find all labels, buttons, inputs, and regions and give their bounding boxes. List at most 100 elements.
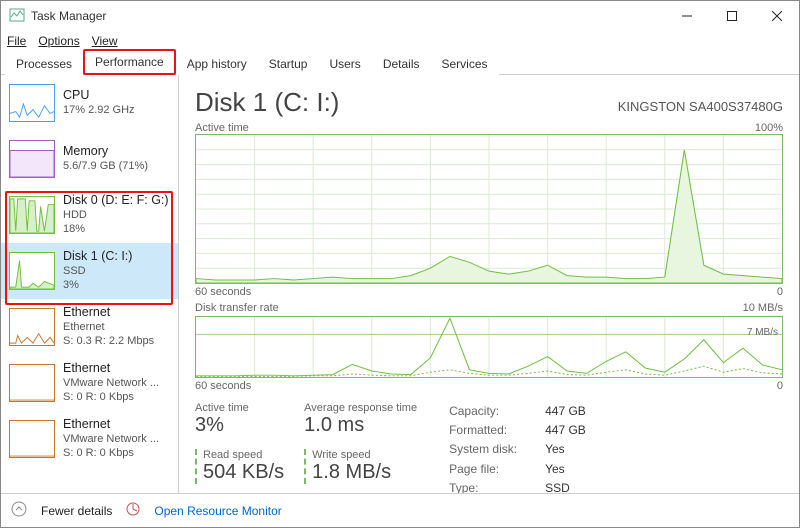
sidebar-text: Ethernet VMware Network ... S: 0 R: 0 Kb… [63, 417, 159, 460]
sidebar-item-label: Disk 1 (C: I:) [63, 249, 132, 265]
close-button[interactable] [754, 1, 799, 31]
window-controls [664, 1, 799, 31]
sidebar-item-ethernet1[interactable]: Ethernet VMware Network ... S: 0 R: 0 Kb… [1, 355, 178, 411]
stat-label: Average response time [304, 402, 417, 414]
sidebar-item-label: Ethernet [63, 305, 154, 321]
sidebar-item-label: Memory [63, 144, 148, 160]
thumbnail-chart-icon [9, 252, 55, 290]
sidebar-item-disk0[interactable]: Disk 0 (D: E: F: G:) HDD 18% [1, 187, 178, 243]
tab-startup[interactable]: Startup [258, 52, 319, 75]
sidebar-item-subtext: VMware Network ... [63, 433, 159, 447]
info-key: Capacity: [449, 402, 531, 421]
chart2-xmax: 0 [777, 380, 783, 392]
fewer-details-link[interactable]: Fewer details [41, 504, 112, 518]
sidebar-text: CPU 17% 2.92 GHz [63, 88, 135, 117]
tab-app-history[interactable]: App history [176, 52, 258, 75]
sidebar-item-ethernet0[interactable]: Ethernet Ethernet S: 0.3 R: 2.2 Mbps [1, 299, 178, 355]
sidebar-item-label: Disk 0 (D: E: F: G:) [63, 193, 169, 209]
stat-value: 504 KB/s [203, 461, 284, 484]
chart2-title: Disk transfer rate [195, 302, 279, 314]
thumbnail-chart-icon [9, 84, 55, 122]
chart1-title: Active time [195, 122, 249, 134]
sidebar-item-disk1[interactable]: Disk 1 (C: I:) SSD 3% [1, 243, 178, 299]
footer-bar: Fewer details Open Resource Monitor [1, 493, 799, 527]
stat-write-speed: Write speed 1.8 MB/s [304, 449, 417, 484]
sidebar-item-subtext: Ethernet [63, 321, 154, 335]
chart1-labels: Active time 100% [195, 122, 783, 134]
sidebar-item-subtext: VMware Network ... [63, 377, 159, 391]
task-manager-window: Task Manager File Options View Processes… [0, 0, 800, 528]
thumbnail-chart-icon [9, 196, 55, 234]
tab-bar: Processes Performance App history Startu… [1, 51, 799, 75]
sidebar-item-ethernet2[interactable]: Ethernet VMware Network ... S: 0 R: 0 Kb… [1, 411, 178, 467]
sidebar-item-subtext: SSD [63, 265, 132, 279]
tab-services[interactable]: Services [431, 52, 499, 75]
sidebar-item-label: CPU [63, 88, 135, 104]
stat-label: Active time [195, 402, 284, 414]
sidebar-item-subtext: 17% 2.92 GHz [63, 104, 135, 118]
sidebar-item-subtext2: 3% [63, 279, 132, 293]
sidebar-item-cpu[interactable]: CPU 17% 2.92 GHz [1, 75, 178, 131]
sidebar-item-subtext2: S: 0 R: 0 Kbps [63, 391, 159, 405]
info-key: Formatted: [449, 421, 531, 440]
sidebar-item-subtext2: 18% [63, 223, 169, 237]
sidebar-item-label: Ethernet [63, 361, 159, 377]
chevron-up-icon[interactable] [11, 501, 27, 520]
chart2-guide-label: 7 MB/s [747, 327, 778, 338]
tab-performance[interactable]: Performance [83, 49, 176, 75]
open-resource-monitor-link[interactable]: Open Resource Monitor [154, 504, 281, 518]
thumbnail-chart-icon [9, 140, 55, 178]
tab-users[interactable]: Users [318, 52, 371, 75]
thumbnail-chart-icon [9, 420, 55, 458]
menu-file[interactable]: File [7, 34, 26, 48]
sidebar-item-memory[interactable]: Memory 5.6/7.9 GB (71%) [1, 131, 178, 187]
disk-info: Capacity:447 GB Formatted:447 GB System … [449, 402, 586, 493]
sidebar-item-subtext: 5.6/7.9 GB (71%) [63, 160, 148, 174]
chart2-labels: Disk transfer rate 10 MB/s [195, 302, 783, 314]
chart1-xmin: 60 seconds [195, 286, 251, 298]
menu-options[interactable]: Options [38, 34, 79, 48]
stat-value: 3% [195, 414, 284, 437]
stat-active-time: Active time 3% [195, 402, 284, 437]
tab-details[interactable]: Details [372, 52, 431, 75]
sidebar-text: Disk 0 (D: E: F: G:) HDD 18% [63, 193, 169, 236]
active-time-chart [195, 134, 783, 284]
minimize-button[interactable] [664, 1, 709, 31]
performance-sidebar[interactable]: CPU 17% 2.92 GHz Memory 5.6/7.9 GB (71%) [1, 75, 179, 493]
chart1-x-axis: 60 seconds 0 [195, 286, 783, 298]
info-value: SSD [545, 479, 570, 493]
sidebar-item-subtext: HDD [63, 209, 169, 223]
tab-processes[interactable]: Processes [5, 52, 83, 75]
thumbnail-chart-icon [9, 308, 55, 346]
chart2-max: 10 MB/s [743, 302, 783, 314]
info-value: Yes [545, 440, 565, 459]
stat-label: Write speed [312, 449, 417, 461]
info-key: Type: [449, 479, 531, 493]
sidebar-item-label: Ethernet [63, 417, 159, 433]
main-header: Disk 1 (C: I:) KINGSTON SA400S37480G [195, 87, 783, 118]
chart2-x-axis: 60 seconds 0 [195, 380, 783, 392]
sidebar-text: Memory 5.6/7.9 GB (71%) [63, 144, 148, 173]
sidebar-text: Disk 1 (C: I:) SSD 3% [63, 249, 132, 292]
app-icon [9, 7, 25, 26]
menu-bar: File Options View [1, 31, 799, 51]
info-key: Page file: [449, 460, 531, 479]
disk-model-text: KINGSTON SA400S37480G [618, 99, 783, 114]
info-value: Yes [545, 460, 565, 479]
sidebar-item-subtext2: S: 0 R: 0 Kbps [63, 447, 159, 461]
sidebar-text: Ethernet Ethernet S: 0.3 R: 2.2 Mbps [63, 305, 154, 348]
stats-grid: Active time 3% Read speed 504 KB/s Avera… [195, 402, 783, 493]
window-title: Task Manager [31, 9, 106, 23]
transfer-rate-chart: 7 MB/s [195, 316, 783, 378]
info-key: System disk: [449, 440, 531, 459]
chart1-max: 100% [755, 122, 783, 134]
stat-read-speed: Read speed 504 KB/s [195, 449, 284, 484]
menu-view[interactable]: View [92, 34, 118, 48]
stat-value: 1.0 ms [304, 414, 417, 437]
maximize-button[interactable] [709, 1, 754, 31]
chart2-xmin: 60 seconds [195, 380, 251, 392]
resource-monitor-icon[interactable] [126, 502, 140, 519]
stat-value: 1.8 MB/s [312, 461, 417, 484]
performance-main-panel: Disk 1 (C: I:) KINGSTON SA400S37480G Act… [179, 75, 799, 493]
info-value: 447 GB [545, 421, 586, 440]
